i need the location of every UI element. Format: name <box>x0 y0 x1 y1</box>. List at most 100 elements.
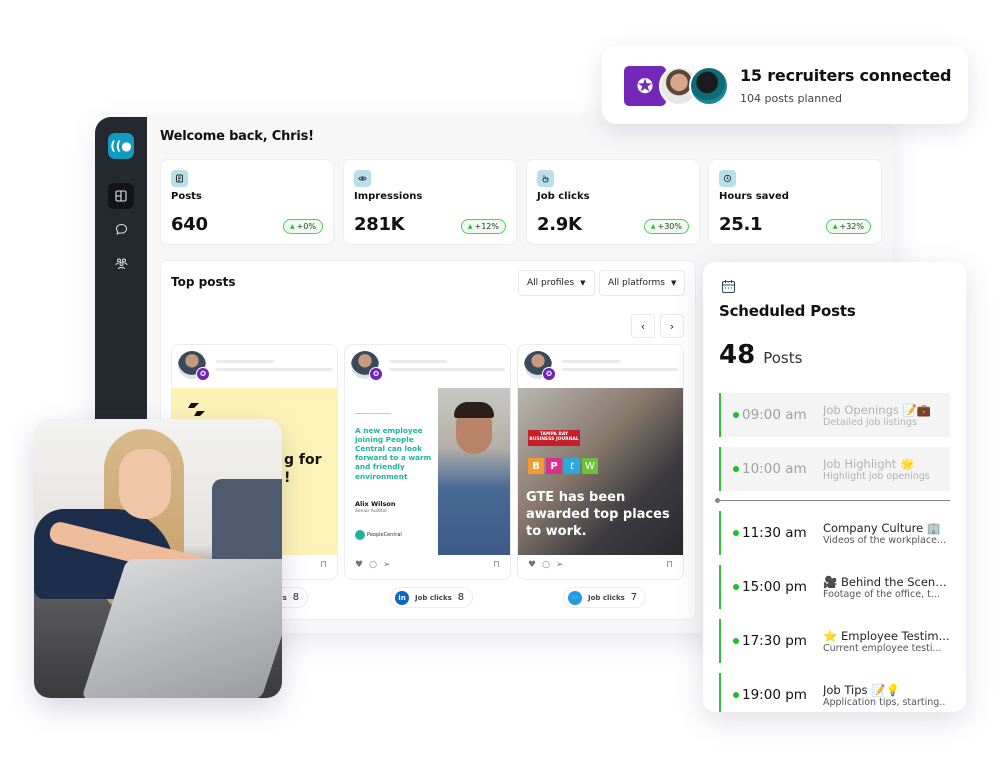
stat-label: Hours saved <box>719 191 789 202</box>
slot-description: Footage of the office, t... <box>823 588 940 600</box>
next-button[interactable]: › <box>660 314 684 338</box>
users-icon <box>115 258 127 269</box>
scheduled-count: 48 Posts <box>719 340 802 370</box>
brand-badge-icon: ✪ <box>369 367 383 381</box>
sofa-shape <box>212 479 282 569</box>
platforms-dropdown[interactable]: All platforms ▼ <box>599 270 686 296</box>
brand-mark-icon <box>188 403 205 416</box>
bookmark-icon[interactable]: ⊓ <box>493 560 500 570</box>
post-card[interactable]: ✪ A new employee joining People Central … <box>344 344 511 580</box>
schedule-slot[interactable]: 11:30 am Company Culture 🏢 Videos of the … <box>719 511 950 555</box>
skeleton-line <box>562 368 678 371</box>
up-arrow-icon: ▲ <box>650 223 656 230</box>
slot-time: 17:30 pm <box>742 633 807 649</box>
previous-button[interactable]: ‹ <box>631 314 655 338</box>
job-clicks-pill: 🐦 Job clicks 7 <box>563 587 647 608</box>
stat-value: 2.9K <box>537 214 582 235</box>
award-badge: P <box>546 458 562 474</box>
job-clicks-value: 8 <box>292 592 300 603</box>
schedule-slot[interactable]: 15:00 pm 🎥 Behind the Scenes.. Footage of… <box>719 565 950 609</box>
post-image: A new employee joining People Central ca… <box>345 388 510 555</box>
post-card[interactable]: ✪ TAMPA BAY BUSINESS JOURNAL B P t W GTE… <box>517 344 684 580</box>
slot-time: 10:00 am <box>742 461 807 477</box>
post-image: TAMPA BAY BUSINESS JOURNAL B P t W GTE h… <box>518 388 683 555</box>
skeleton-line <box>216 368 332 371</box>
post-headline: g for <box>284 452 322 468</box>
calendar-icon <box>721 280 736 294</box>
recruiter-avatar <box>689 66 729 106</box>
skeleton-line <box>562 360 620 363</box>
chat-icon <box>115 223 127 235</box>
award-badge: B <box>528 458 544 474</box>
brand-badge-icon: ✪ <box>196 367 210 381</box>
change-value: +0% <box>296 222 316 231</box>
schedule-slot[interactable]: 17:30 pm ⭐ Employee Testim... Current emp… <box>719 619 950 663</box>
chevron-right-icon: › <box>669 319 675 333</box>
send-icon[interactable]: ➢ <box>383 560 391 570</box>
brand-badge-icon: ✪ <box>542 367 556 381</box>
schedule-slot[interactable]: 10:00 am Job Highlight 🌟 Highlight job op… <box>719 447 950 491</box>
slot-description: Current employee testi... <box>823 642 942 654</box>
caret-down-icon: ▼ <box>580 279 586 287</box>
stat-value: 281K <box>354 214 405 235</box>
post-quote: A new employee joining People Central ca… <box>355 426 432 481</box>
caret-down-icon: ▼ <box>670 279 677 287</box>
scheduled-count-unit: Posts <box>763 349 803 367</box>
bookmark-icon[interactable]: ⊓ <box>320 560 327 570</box>
comment-icon[interactable]: ○ <box>542 560 550 570</box>
bookmark-icon[interactable]: ⊓ <box>666 560 673 570</box>
skeleton-line <box>389 360 447 363</box>
slot-title: Job Tips 📝💡 <box>823 682 900 697</box>
scheduled-count-value: 48 <box>719 340 756 370</box>
sidebar-item-dashboard[interactable] <box>108 183 134 209</box>
top-posts-title: Top posts <box>171 275 236 289</box>
brand-logo-icon <box>355 530 365 540</box>
slot-description: Highlight job openings <box>823 470 930 482</box>
twitter-icon: 🐦 <box>568 590 582 605</box>
award-badges: B P t W <box>528 458 598 474</box>
slot-description: Videos of the workplace... <box>823 534 946 546</box>
schedule-slot[interactable]: 09:00 am Job Openings 📝💼 Detailed job lis… <box>719 393 950 437</box>
divider <box>355 413 391 414</box>
layout-icon <box>115 190 127 202</box>
app-logo[interactable]: ((● <box>108 133 134 159</box>
slot-title: 🎥 Behind the Scenes.. <box>823 574 950 589</box>
job-clicks-pill: in Job clicks 8 <box>390 587 474 608</box>
up-arrow-icon: ▲ <box>832 223 838 230</box>
schedule-slot[interactable]: 19:00 pm Job Tips 📝💡 Application tips, st… <box>719 673 950 712</box>
change-badge: ▲ +30% <box>643 219 689 234</box>
status-dot <box>733 584 739 590</box>
platforms-dropdown-value: All platforms <box>608 278 665 288</box>
broadcast-logo-icon: ((● <box>110 139 132 153</box>
sidebar-item-team[interactable] <box>108 250 134 276</box>
stat-card-impressions[interactable]: Impressions 281K ▲ +12% <box>343 159 517 245</box>
send-icon[interactable]: ➢ <box>556 560 564 570</box>
heart-icon[interactable]: ♥ <box>528 560 536 570</box>
slot-time: 11:30 am <box>742 525 807 541</box>
profiles-dropdown[interactable]: All profiles ▼ <box>518 270 595 296</box>
heart-icon[interactable]: ♥ <box>355 560 363 570</box>
document-icon <box>171 170 188 187</box>
stat-card-hours-saved[interactable]: Hours saved 25.1 ▲ +32% <box>708 159 882 245</box>
slot-title: Job Highlight 🌟 <box>823 456 915 471</box>
slot-title: Job Openings 📝💼 <box>823 402 932 417</box>
stat-card-posts[interactable]: Posts 640 ▲ +0% <box>160 159 334 245</box>
change-badge: ▲ +0% <box>282 219 323 234</box>
stat-label: Impressions <box>354 191 423 202</box>
slot-description: Application tips, starting.. <box>823 696 946 708</box>
slot-description: Detailed job listings <box>823 416 917 428</box>
status-dot <box>733 412 739 418</box>
recruiters-title: 15 recruiters connected <box>740 66 952 85</box>
post-actions: ♥ ○ ➢ ⊓ <box>528 559 673 571</box>
journal-logo: TAMPA BAY BUSINESS JOURNAL <box>528 430 580 446</box>
comment-icon[interactable]: ○ <box>369 560 377 570</box>
pointer-icon <box>537 170 554 187</box>
sidebar-item-messages[interactable] <box>108 216 134 242</box>
award-badge: t <box>564 458 580 474</box>
stat-card-job-clicks[interactable]: Job clicks 2.9K ▲ +30% <box>526 159 700 245</box>
post-actions: ♥ ○ ➢ ⊓ <box>355 559 500 571</box>
stat-value: 640 <box>171 214 208 235</box>
current-time-indicator <box>715 498 950 503</box>
skeleton-line <box>216 360 274 363</box>
change-value: +30% <box>657 222 682 231</box>
